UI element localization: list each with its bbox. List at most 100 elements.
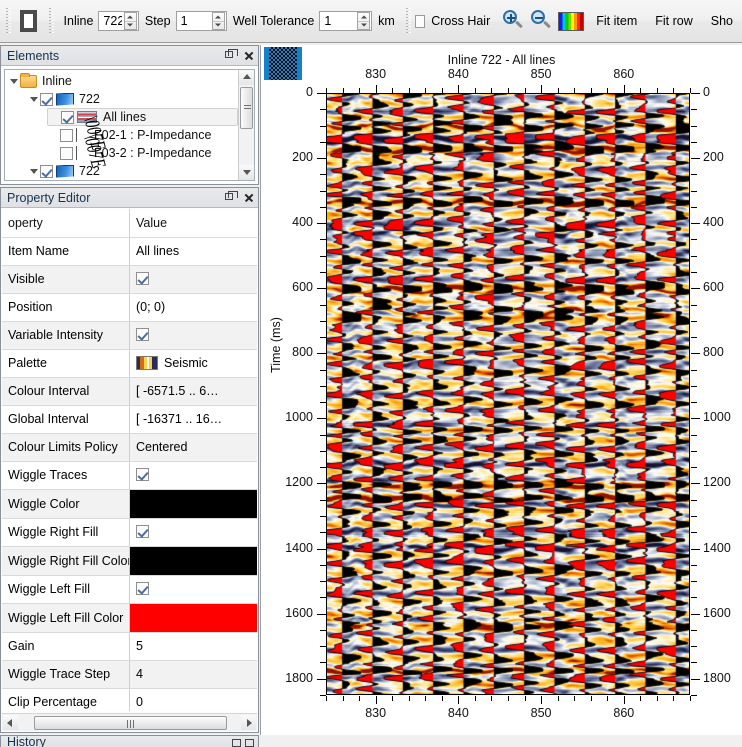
cross-hair-checkbox[interactable] — [414, 14, 426, 28]
elements-close-button[interactable] — [240, 48, 256, 64]
inline-stepper[interactable] — [98, 11, 139, 31]
well-tolerance-spin-buttons[interactable] — [357, 12, 371, 30]
inline-spin-buttons[interactable] — [123, 12, 137, 30]
step-spin-buttons[interactable] — [211, 12, 225, 30]
elements-float-button[interactable] — [222, 48, 238, 64]
zoom-out-button[interactable] — [529, 6, 553, 36]
tree-expander[interactable] — [27, 90, 40, 108]
property-close-button[interactable] — [240, 190, 256, 206]
well-tolerance-spin-up[interactable] — [358, 13, 370, 22]
inline-spin-up[interactable] — [124, 13, 136, 22]
property-value[interactable]: 0 — [129, 688, 257, 711]
property-grid[interactable]: operty Value Item Name All lines Visible Po… — [2, 209, 257, 711]
show-button[interactable]: Sho — [711, 14, 733, 28]
toolbar-grip[interactable] — [4, 7, 12, 35]
property-float-button[interactable] — [222, 190, 238, 206]
scrollbar-thumb[interactable] — [240, 87, 253, 129]
property-value-color[interactable] — [129, 546, 257, 576]
property-row[interactable]: Gain 5 — [2, 632, 257, 661]
plot-area[interactable] — [326, 93, 690, 695]
palette-button[interactable] — [557, 6, 585, 36]
property-row[interactable]: Item Name All lines — [2, 237, 257, 266]
checkbox-icon[interactable] — [136, 272, 149, 285]
zoom-in-button[interactable] — [501, 6, 525, 36]
property-row[interactable]: Colour Interval [ -6571.5 .. 6… — [2, 377, 257, 406]
property-row[interactable]: Wiggle Trace Step 4 — [2, 660, 257, 689]
property-value-checkbox[interactable] — [129, 575, 257, 604]
property-editor-hscrollbar[interactable] — [2, 713, 257, 731]
property-value[interactable]: 5 — [129, 632, 257, 661]
history-panel-buttons[interactable] — [232, 739, 254, 747]
checkbox-icon[interactable] — [136, 525, 149, 538]
property-value[interactable]: (0; 0) — [129, 293, 257, 322]
property-row[interactable]: Wiggle Traces — [2, 461, 257, 490]
property-row[interactable]: Variable Intensity — [2, 321, 257, 350]
step-spin-up[interactable] — [212, 13, 224, 22]
property-row[interactable]: Palette Seismic — [2, 349, 257, 378]
tree-item-checkbox[interactable] — [40, 92, 53, 106]
color-swatch[interactable] — [130, 603, 257, 631]
hscrollbar-thumb[interactable] — [34, 716, 227, 730]
tree-item[interactable]: F03-2 : P-Impedance — [47, 144, 238, 162]
property-value[interactable]: All lines — [129, 237, 257, 266]
toolbar-grip-3[interactable] — [404, 7, 412, 35]
scroll-left-arrow-icon[interactable] — [3, 715, 18, 730]
scroll-right-arrow-icon[interactable] — [241, 715, 256, 730]
well-tolerance-input[interactable] — [320, 12, 358, 30]
tree-item[interactable]: All lines — [47, 108, 238, 126]
float-icon[interactable] — [232, 739, 241, 747]
property-row[interactable]: Colour Limits Policy Centered — [2, 433, 257, 462]
scroll-down-arrow-icon[interactable] — [239, 165, 254, 180]
elements-tree[interactable]: Inline722All linesF02-1 : P-ImpedanceF03… — [4, 69, 255, 181]
tree-item[interactable]: 722 — [27, 162, 238, 180]
property-value[interactable]: [ -16371 .. 16… — [129, 405, 257, 434]
tree-item-checkbox[interactable] — [61, 110, 74, 124]
property-value-palette[interactable]: Seismic — [129, 349, 257, 378]
elements-tree-scrollbar[interactable] — [238, 70, 254, 180]
property-value[interactable]: 4 — [129, 660, 257, 689]
tree-expander[interactable] — [27, 162, 40, 180]
tree-item[interactable]: 722 — [27, 90, 238, 108]
scroll-up-arrow-icon[interactable] — [239, 70, 254, 85]
property-value-checkbox[interactable] — [129, 518, 257, 547]
property-row[interactable]: Wiggle Color — [2, 489, 257, 519]
fit-row-button[interactable]: Fit row — [655, 14, 693, 28]
property-row[interactable]: Position (0; 0) — [2, 293, 257, 322]
tree-item[interactable]: F02-1 : P-Impedance — [47, 126, 238, 144]
checkbox-icon[interactable] — [136, 328, 149, 341]
step-spin-down[interactable] — [213, 22, 224, 30]
property-row[interactable]: Global Interval [ -16371 .. 16… — [2, 405, 257, 434]
checkbox-icon[interactable] — [136, 582, 149, 595]
property-value-color[interactable] — [129, 603, 257, 633]
property-value-checkbox[interactable] — [129, 265, 257, 294]
property-row[interactable]: Wiggle Left Fill — [2, 575, 257, 604]
tree-item-checkbox[interactable] — [60, 128, 73, 142]
step-input[interactable] — [176, 12, 212, 30]
tree-expander[interactable] — [7, 72, 20, 90]
property-value-checkbox[interactable] — [129, 461, 257, 490]
well-tolerance-spin-down[interactable] — [358, 22, 369, 30]
property-value[interactable]: [ -6571.5 .. 6… — [129, 377, 257, 406]
well-tolerance-stepper[interactable] — [319, 11, 373, 31]
tree-item[interactable]: Inline — [7, 72, 238, 90]
property-row[interactable]: Wiggle Left Fill Color — [2, 603, 257, 633]
property-row[interactable]: Clip Percentage 0 — [2, 688, 257, 711]
display-mode-button[interactable] — [17, 6, 41, 36]
tree-item-checkbox[interactable] — [60, 146, 73, 160]
toolbar-grip-2[interactable] — [47, 7, 55, 35]
tree-item-checkbox[interactable] — [40, 164, 53, 178]
checkbox-icon[interactable] — [136, 468, 149, 481]
property-value-color[interactable] — [129, 489, 257, 519]
property-value[interactable]: Centered — [129, 433, 257, 462]
close-icon[interactable] — [245, 739, 254, 747]
inline-spin-down[interactable] — [125, 22, 136, 30]
color-swatch[interactable] — [130, 546, 257, 574]
color-swatch[interactable] — [130, 489, 257, 517]
inline-input[interactable] — [99, 12, 124, 30]
step-stepper[interactable] — [175, 11, 227, 31]
property-row[interactable]: Visible — [2, 265, 257, 294]
fit-item-button[interactable]: Fit item — [596, 14, 637, 28]
property-value-checkbox[interactable] — [129, 321, 257, 350]
property-row[interactable]: Wiggle Right Fill — [2, 518, 257, 547]
property-row[interactable]: Wiggle Right Fill Color — [2, 546, 257, 576]
